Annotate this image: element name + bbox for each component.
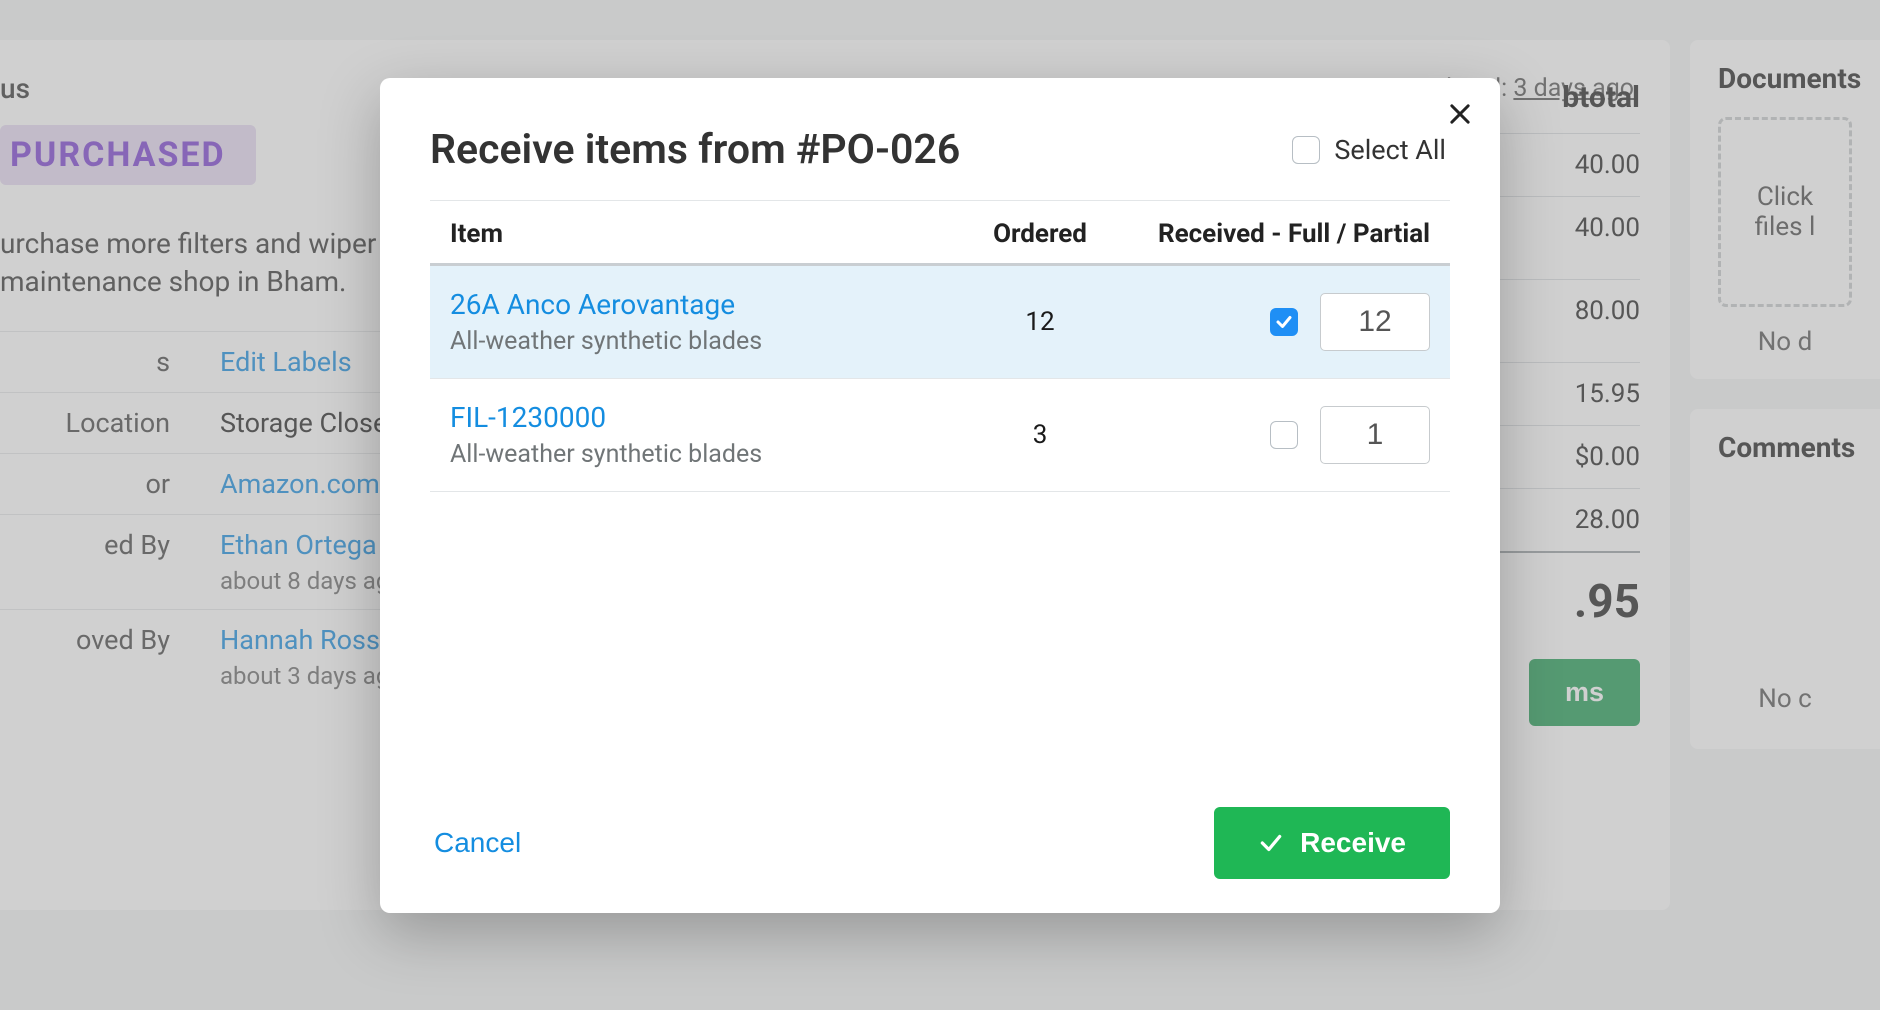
select-all-label: Select All (1334, 134, 1446, 166)
col-ordered: Ordered (940, 219, 1140, 249)
item-sub: All-weather synthetic blades (450, 440, 940, 469)
row-checkbox[interactable] (1270, 421, 1298, 449)
item-link[interactable]: 26A Anco Aerovantage (450, 288, 940, 321)
received-qty-input[interactable] (1320, 293, 1430, 351)
receive-items-modal: Receive items from #PO-026 Select All It… (380, 78, 1500, 913)
col-item: Item (450, 219, 940, 249)
select-all-checkbox[interactable] (1292, 136, 1320, 164)
received-qty-input[interactable] (1320, 406, 1430, 464)
modal-title: Receive items from #PO-026 (430, 126, 960, 174)
table-header: Item Ordered Received - Full / Partial (430, 201, 1450, 266)
item-sub: All-weather synthetic blades (450, 327, 940, 356)
row-checkbox[interactable] (1270, 308, 1298, 336)
table-row: 26A Anco Aerovantage All-weather synthet… (430, 266, 1450, 379)
modal-footer: Cancel Receive (430, 783, 1450, 879)
select-all[interactable]: Select All (1292, 134, 1446, 166)
modal-overlay: Receive items from #PO-026 Select All It… (0, 0, 1880, 1010)
item-link[interactable]: FIL-1230000 (450, 401, 940, 434)
ordered-qty: 3 (940, 420, 1140, 450)
receive-button[interactable]: Receive (1214, 807, 1450, 879)
table-row: FIL-1230000 All-weather synthetic blades… (430, 379, 1450, 492)
close-icon[interactable] (1446, 100, 1474, 128)
modal-header: Receive items from #PO-026 Select All (430, 114, 1450, 201)
ordered-qty: 12 (940, 307, 1140, 337)
receive-button-label: Receive (1300, 827, 1406, 859)
receive-table: Item Ordered Received - Full / Partial 2… (430, 201, 1450, 492)
checkmark-icon (1258, 830, 1284, 856)
cancel-button[interactable]: Cancel (430, 815, 525, 871)
col-received: Received - Full / Partial (1140, 219, 1430, 249)
